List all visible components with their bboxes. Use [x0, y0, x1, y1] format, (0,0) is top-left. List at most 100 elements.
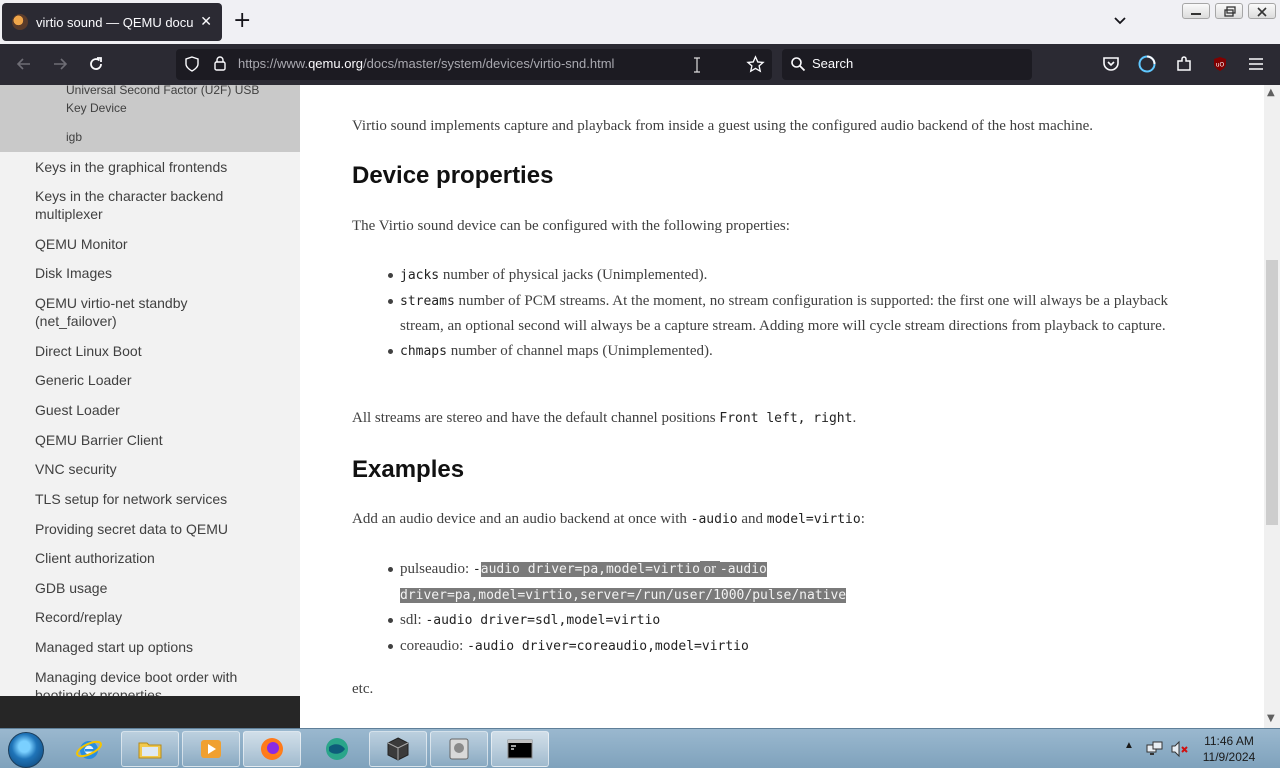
qemu-favicon-icon: [12, 14, 28, 30]
sidebar-item-client-authorization[interactable]: Client authorization: [0, 549, 300, 567]
extensions-puzzle-icon[interactable]: [1174, 54, 1194, 74]
sidebar-item-vnc-security[interactable]: VNC security: [0, 460, 300, 478]
sidebar-item-boot-order[interactable]: Managing device boot order with bootinde…: [0, 668, 300, 696]
close-icon: [1257, 7, 1267, 17]
url-text[interactable]: https://www.qemu.org/docs/master/system/…: [238, 56, 614, 71]
sidebar-subitem-igb[interactable]: igb: [0, 122, 300, 148]
scroll-up-arrow-icon[interactable]: ▲: [1267, 87, 1275, 98]
taskbar-disk-utility[interactable]: [430, 731, 488, 767]
sidebar-subitem-u2f[interactable]: Universal Second Factor (U2F) USB Key De…: [0, 85, 300, 122]
sidebar-item-keys-graphical[interactable]: Keys in the graphical frontends: [0, 158, 300, 176]
forward-arrow-icon[interactable]: [50, 54, 70, 74]
internet-explorer-icon: [76, 740, 102, 759]
prop-text: number of physical jacks (Unimplemented)…: [439, 267, 708, 283]
volume-muted-icon[interactable]: [1170, 740, 1190, 758]
properties-list: jacks number of physical jacks (Unimplem…: [352, 263, 1212, 364]
sidebar-item-qemu-monitor[interactable]: QEMU Monitor: [0, 235, 300, 253]
restore-button[interactable]: [1215, 3, 1243, 19]
cube-app-icon: [387, 737, 409, 761]
url-domain: qemu.org: [308, 56, 363, 71]
url-prefix: https://www.: [238, 56, 309, 71]
reload-icon[interactable]: [86, 54, 106, 74]
network-icon[interactable]: [1146, 741, 1164, 757]
minimize-button[interactable]: [1182, 3, 1210, 19]
sidebar-item-gdb-usage[interactable]: GDB usage: [0, 579, 300, 597]
clock-time: 11:46 AM: [1204, 734, 1254, 748]
prop-code: chmaps: [400, 343, 447, 359]
sdl-label: sdl: [400, 612, 418, 628]
docs-sidebar-nav: Universal Second Factor (U2F) USB Key De…: [0, 85, 300, 696]
coreaudio-code: -audio driver=coreaudio,model=virtio: [467, 638, 749, 654]
main-content: Virtio sound implements capture and play…: [300, 85, 1264, 728]
examples-intro-and: and: [737, 511, 767, 527]
new-tab-button[interactable]: +: [233, 10, 251, 32]
examples-intro-colon: :: [860, 511, 865, 527]
examples-intro-text: Add an audio device and an audio backend…: [352, 511, 691, 527]
bookmark-star-icon[interactable]: [746, 55, 765, 74]
command-prompt-icon: [507, 739, 533, 759]
tracking-protection-shield-icon[interactable]: [184, 56, 200, 72]
intro-paragraph: Virtio sound implements capture and play…: [352, 118, 1093, 134]
taskbar-command-prompt[interactable]: [491, 731, 549, 767]
restore-icon: [1224, 6, 1236, 17]
minimize-icon: [1191, 13, 1201, 15]
streams-text: All streams are stereo and have the defa…: [352, 410, 720, 426]
taskbar-virtualbox[interactable]: [369, 731, 427, 767]
coreaudio-label: coreaudio: [400, 637, 460, 654]
windows-taskbar: ▲ 11:46 AM 11/9/2024: [0, 728, 1280, 768]
taskbar-internet-explorer[interactable]: [60, 731, 118, 767]
start-button-windows-logo-icon[interactable]: [8, 732, 44, 768]
sidebar-item-record-replay[interactable]: Record/replay: [0, 608, 300, 626]
sidebar-item-tls-setup[interactable]: TLS setup for network services: [0, 490, 300, 508]
system-clock[interactable]: 11:46 AM 11/9/2024: [1196, 733, 1262, 765]
properties-intro: The Virtio sound device can be configure…: [352, 218, 790, 234]
pulseaudio-code-selected[interactable]: audio driver=pa,model=virtio: [480, 562, 700, 577]
url-path: /docs/master/system/devices/virtio-snd.h…: [363, 56, 615, 71]
show-hidden-icons-chevron-icon[interactable]: ▲: [1124, 740, 1134, 751]
globe-app-icon: [326, 738, 348, 760]
prop-code: streams: [400, 293, 455, 309]
scroll-down-arrow-icon[interactable]: ▼: [1267, 713, 1275, 724]
svg-text:uO: uO: [1216, 62, 1225, 69]
sidebar-item-barrier-client[interactable]: QEMU Barrier Client: [0, 431, 300, 449]
close-window-button[interactable]: [1248, 3, 1276, 19]
streams-code: Front left, right: [719, 411, 853, 426]
search-icon: [791, 57, 806, 72]
taskbar-media-player[interactable]: [182, 731, 240, 767]
examples-intro-code-audio: -audio: [690, 512, 738, 527]
sidebar-item-secret-data[interactable]: Providing secret data to QEMU: [0, 520, 300, 538]
sidebar-item-net-failover[interactable]: QEMU virtio-net standby (net_failover): [0, 294, 300, 330]
scrollbar-thumb[interactable]: [1266, 260, 1278, 525]
sidebar-item-direct-linux-boot[interactable]: Direct Linux Boot: [0, 342, 300, 360]
sidebar-item-generic-loader[interactable]: Generic Loader: [0, 371, 300, 389]
firefox-icon: [261, 738, 283, 760]
folder-icon: [138, 742, 162, 759]
prop-text: number of PCM streams. At the moment, no…: [400, 292, 1168, 335]
pocket-icon[interactable]: [1101, 54, 1121, 74]
disk-utility-icon: [449, 738, 469, 760]
taskbar-firefox[interactable]: [243, 731, 301, 767]
page-scrollbar[interactable]: ▲ ▼: [1264, 85, 1280, 728]
account-sync-icon[interactable]: [1137, 54, 1157, 74]
examples-intro-code-model: model=virtio: [766, 512, 861, 527]
sidebar-item-guest-loader[interactable]: Guest Loader: [0, 401, 300, 419]
sidebar-item-managed-startup[interactable]: Managed start up options: [0, 638, 300, 656]
search-bar[interactable]: Search: [782, 49, 1032, 80]
taskbar-app-globe[interactable]: [308, 731, 366, 767]
tab-title: virtio sound — QEMU documentation: [36, 14, 194, 30]
taskbar-file-explorer[interactable]: [121, 731, 179, 767]
ublock-origin-icon[interactable]: uO: [1210, 54, 1230, 74]
lock-icon[interactable]: [212, 55, 228, 72]
address-bar[interactable]: https://www.qemu.org/docs/master/system/…: [176, 49, 772, 80]
hamburger-menu-icon[interactable]: [1246, 54, 1266, 74]
list-all-tabs-chevron-icon[interactable]: [1112, 12, 1128, 28]
tab-close-icon[interactable]: ✕: [200, 14, 212, 30]
sdl-code: -audio driver=sdl,model=virtio: [425, 613, 661, 628]
tab-virtio-sound[interactable]: virtio sound — QEMU documentation ✕: [2, 3, 222, 41]
back-arrow-icon[interactable]: [14, 54, 34, 74]
sidebar-item-disk-images[interactable]: Disk Images: [0, 264, 300, 282]
heading-examples: Examples: [352, 456, 465, 483]
sidebar-item-keys-character[interactable]: Keys in the character backend multiplexe…: [0, 187, 300, 223]
coreaudio-sep: :: [459, 637, 468, 654]
pulseaudio-sep: :: [465, 561, 473, 577]
